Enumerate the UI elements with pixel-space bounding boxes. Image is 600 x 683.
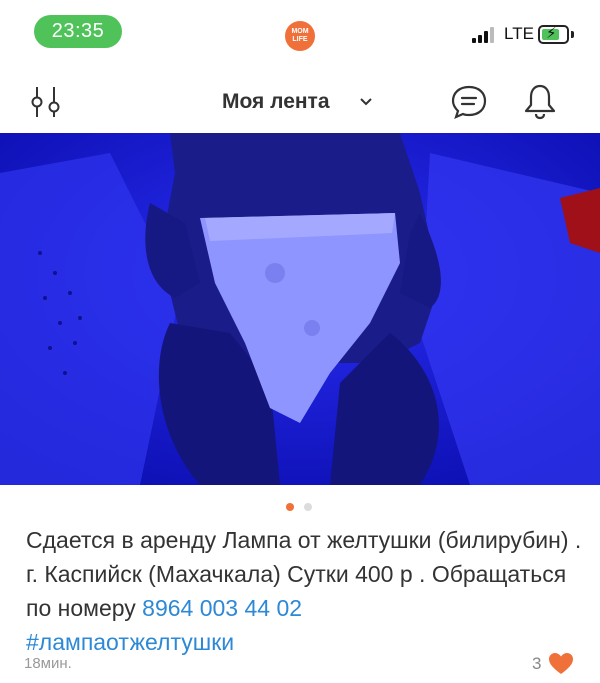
heart-icon[interactable] [548, 652, 574, 676]
chat-icon[interactable] [450, 84, 488, 120]
post-text: Сдается в аренду Лампа от желтушки (били… [26, 523, 582, 659]
post-body: Сдается в аренду Лампа от желтушки (били… [26, 527, 582, 621]
network-type: LTE [504, 24, 534, 43]
status-bar: 23:35 MOM LIFE LTE ⚡ [0, 0, 600, 62]
feed-header: Моя лента [0, 72, 600, 132]
feed-title[interactable]: Моя лента [222, 90, 330, 114]
signal-icon [472, 27, 498, 43]
photo-pager [0, 503, 600, 513]
pager-dot[interactable] [304, 503, 312, 511]
hashtag-link[interactable]: #лампаотжелтушки [26, 629, 234, 655]
like-count: 3 [532, 654, 542, 673]
battery-tip [571, 31, 574, 38]
filter-icon[interactable] [28, 85, 64, 119]
post-photo[interactable] [0, 133, 600, 485]
post-time: 18мин. [24, 655, 72, 672]
pager-dot-active[interactable] [286, 503, 294, 511]
phone-link[interactable]: 8964 003 44 02 [142, 595, 302, 621]
post-photo-image [0, 133, 600, 485]
app-logo: MOM LIFE [285, 21, 315, 51]
bell-icon[interactable] [523, 82, 557, 120]
chevron-down-icon[interactable] [358, 94, 374, 110]
battery-icon: ⚡ [538, 25, 569, 44]
status-time: 23:35 [34, 15, 122, 48]
